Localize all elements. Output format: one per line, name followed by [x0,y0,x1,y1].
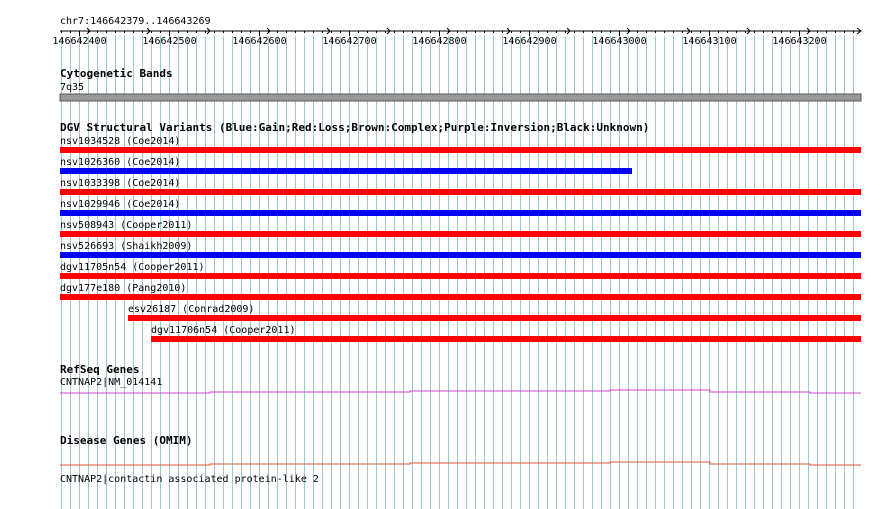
ruler-tick-label: 146642500 [142,36,196,47]
dgv-variant-bar[interactable] [60,189,861,195]
dgv-variant-bar[interactable] [151,336,861,342]
dgv-variant-bar[interactable] [60,294,861,300]
refseq-track-title: RefSeq Genes [60,363,139,376]
omim-track-title: Disease Genes (OMIM) [60,434,192,447]
dgv-variant-label[interactable]: nsv526693 (Shaikh2009) [60,241,192,252]
ruler-tick-label: 146642800 [412,36,466,47]
ruler-tick-label: 146642400 [52,36,106,47]
ruler-tick-label: 146643000 [592,36,646,47]
cytoband-label: 7q35 [60,82,84,93]
ruler-tick-label: 146643200 [772,36,826,47]
omim-gene-feature[interactable] [60,461,861,466]
dgv-variant-label[interactable]: nsv508943 (Cooper2011) [60,220,192,231]
dgv-variant-label[interactable]: dgv11705n54 (Cooper2011) [60,262,205,273]
dgv-variant-label[interactable]: nsv1033398 (Coe2014) [60,178,180,189]
ruler-tick-label: 146642900 [502,36,556,47]
cytoband-bar[interactable] [59,93,862,102]
cytoband-track-title: Cytogenetic Bands [60,67,173,80]
dgv-variant-label[interactable]: dgv11706n54 (Cooper2011) [151,325,296,336]
dgv-variant-bar[interactable] [60,168,632,174]
dgv-variant-label[interactable]: dgv177e180 (Pang2010) [60,283,186,294]
ruler-ticks: 146642400 146642500 146642600 146642700 1466… [52,31,854,47]
omim-gene-label[interactable]: CNTNAP2|contactin associated protein-lik… [60,474,319,485]
region-label: chr7:146642379..146643269 [60,16,211,27]
dgv-variant-bar[interactable] [60,273,861,279]
dgv-variant-bar[interactable] [60,231,861,237]
ruler-tick-label: 146643100 [682,36,736,47]
dgv-variant-bar[interactable] [60,147,861,153]
dgv-variant-label[interactable]: nsv1029946 (Coe2014) [60,199,180,210]
ruler-tick-label: 146642700 [322,36,376,47]
refseq-gene-label: CNTNAP2|NM_014141 [60,377,162,388]
dgv-variant-label[interactable]: esv26187 (Conrad2009) [128,304,254,315]
ruler-tick-label: 146642600 [232,36,286,47]
dgv-track-title: DGV Structural Variants (Blue:Gain;Red:L… [60,121,649,134]
dgv-variant-bar[interactable] [60,252,861,258]
dgv-variant-bar[interactable] [128,315,861,321]
dgv-variant-label[interactable]: nsv1034528 (Coe2014) [60,136,180,147]
dgv-variant-bar[interactable] [60,210,861,216]
genome-browser-panel: chr7:146642379..146643269 146642400 14664… [52,16,862,509]
dgv-variant-label[interactable]: nsv1026360 (Coe2014) [60,157,180,168]
dgv-variants: nsv1034528 (Coe2014) nsv1026360 (Coe2014)… [60,136,861,342]
refseq-gene-feature[interactable] [60,389,861,394]
